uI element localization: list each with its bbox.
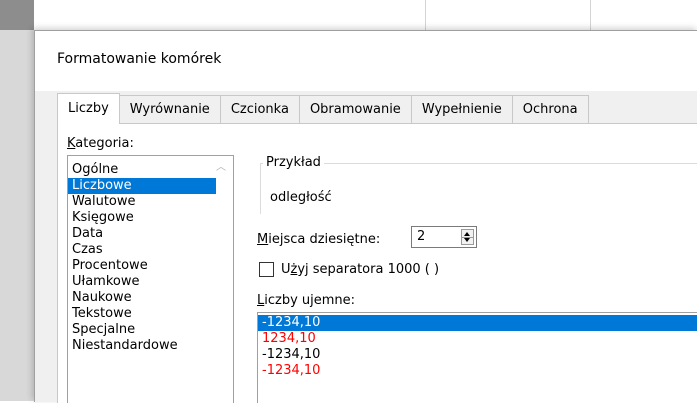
category-item-liczbowe[interactable]: Liczbowe: [68, 178, 216, 194]
category-item-walutowe[interactable]: Walutowe: [68, 194, 216, 210]
category-item-data[interactable]: Data: [68, 226, 216, 242]
category-listbox[interactable]: ︿ Ogólne Liczbowe Walutowe Księgowe Data…: [67, 155, 234, 403]
category-label: Kategoria:: [67, 136, 134, 151]
separator-label-text: yj separatora 1000 ( ): [297, 262, 440, 277]
category-item-ulamkowe[interactable]: Ułamkowe: [68, 274, 216, 290]
negative-format-item[interactable]: 1234,10: [258, 331, 697, 347]
decimal-places-accesskey: M: [257, 232, 269, 247]
spreadsheet-gridline: [425, 0, 426, 30]
category-item-ogolne[interactable]: Ogólne: [68, 162, 216, 178]
negative-format-item[interactable]: -1234,10: [258, 347, 697, 363]
example-groupbox: [260, 163, 697, 214]
format-cells-dialog: Formatowanie komórek Liczby Wyrównanie C…: [34, 30, 697, 403]
scroll-up-arrow-icon[interactable]: ︿: [216, 163, 226, 173]
negative-format-item[interactable]: -1234,10: [258, 315, 697, 331]
spreadsheet-corner: [0, 0, 34, 30]
tab-obramowanie[interactable]: Obramowanie: [298, 95, 412, 123]
tab-ochrona[interactable]: Ochrona: [511, 95, 589, 123]
tab-wyrownanie[interactable]: Wyrównanie: [118, 95, 221, 123]
dialog-title: Formatowanie komórek: [57, 51, 222, 67]
decimal-places-value[interactable]: 2: [417, 229, 425, 244]
negative-numbers-label: Liczby ujemne:: [257, 293, 355, 308]
decimal-places-label: Miejsca dziesiętne:: [257, 232, 380, 247]
category-item-specjalne[interactable]: Specjalne: [68, 322, 216, 338]
tab-wypelnienie[interactable]: Wypełnienie: [410, 95, 513, 123]
thousands-separator-checkbox[interactable]: [259, 262, 274, 277]
category-item-czas[interactable]: Czas: [68, 242, 216, 258]
category-item-niestandardowe[interactable]: Niestandardowe: [68, 338, 216, 354]
spin-down-icon[interactable]: [464, 238, 470, 242]
category-item-procentowe[interactable]: Procentowe: [68, 258, 216, 274]
category-label-text: ategoria:: [75, 136, 134, 151]
decimal-places-label-text: iejsca dziesiętne:: [268, 232, 381, 247]
spin-up-icon[interactable]: [464, 232, 470, 236]
spin-buttons[interactable]: [461, 229, 474, 245]
negative-format-item[interactable]: -1234,10: [258, 363, 697, 379]
category-item-tekstowe[interactable]: Tekstowe: [68, 306, 216, 322]
category-item-ksiegowe[interactable]: Księgowe: [68, 210, 216, 226]
negative-numbers-listbox[interactable]: -1234,10 1234,10 -1234,10 -1234,10: [257, 312, 697, 403]
example-label: Przykład: [263, 155, 324, 170]
spreadsheet-row-header-strip: [0, 0, 34, 401]
example-preview-value: odległość: [270, 190, 332, 205]
tab-liczby[interactable]: Liczby: [57, 93, 120, 124]
tab-strip: Liczby Wyrównanie Czcionka Obramowanie W…: [57, 93, 589, 124]
dialog-titlebar: Formatowanie komórek: [35, 31, 697, 91]
spreadsheet-gridline: [590, 0, 591, 30]
tab-czcionka[interactable]: Czcionka: [219, 95, 300, 123]
negative-numbers-label-text: iczby ujemne:: [264, 293, 356, 308]
thousands-separator-label[interactable]: Użyj separatora 1000 ( ): [281, 262, 439, 277]
separator-label-start: U: [281, 262, 291, 277]
decimal-places-stepper[interactable]: 2: [411, 226, 477, 248]
spreadsheet-cell-row: [34, 0, 697, 31]
number-tab-panel: Kategoria: ︿ Ogólne Liczbowe Walutowe Ks…: [57, 123, 697, 403]
category-item-naukowe[interactable]: Naukowe: [68, 290, 216, 306]
